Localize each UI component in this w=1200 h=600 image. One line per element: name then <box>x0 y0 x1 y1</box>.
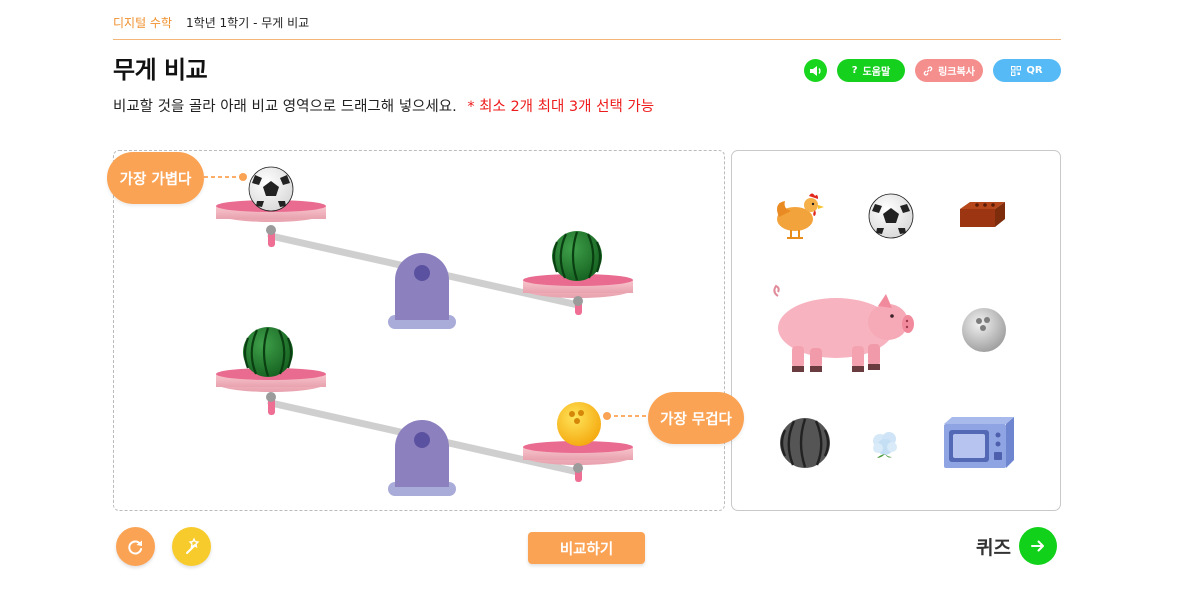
scale-right-pan <box>523 441 633 482</box>
cotton-item[interactable] <box>868 428 902 462</box>
scale-pillar <box>395 253 449 320</box>
soccer-ball-item[interactable] <box>867 192 915 240</box>
reset-button[interactable] <box>116 527 155 566</box>
scale-pillar <box>395 420 449 487</box>
magic-wand-button[interactable] <box>172 527 211 566</box>
magic-wand-icon <box>185 536 199 554</box>
top-scale <box>216 166 633 329</box>
lightest-label: 가장 가볍다 <box>107 152 204 204</box>
quiz-label: 퀴즈 <box>976 536 1011 559</box>
pig-item[interactable] <box>770 284 916 376</box>
reset-icon <box>127 540 142 554</box>
watermelon-on-scale[interactable] <box>243 327 293 377</box>
quiz-button[interactable]: 퀴즈 <box>976 527 1057 565</box>
bowling-ball-on-scale[interactable] <box>557 402 601 446</box>
microwave-item[interactable] <box>941 414 1017 470</box>
arrow-right-icon <box>1018 527 1057 565</box>
chicken-item[interactable] <box>769 187 825 243</box>
bowling-ball-item[interactable] <box>960 306 1008 354</box>
brick-item[interactable] <box>957 199 1007 231</box>
balance-scales <box>204 166 648 496</box>
bottom-scale <box>216 327 633 496</box>
compare-button[interactable]: 비교하기 <box>528 532 645 564</box>
heaviest-label: 가장 무겁다 <box>648 392 744 444</box>
watermelon-on-scale[interactable] <box>552 231 602 281</box>
soccer-ball-on-scale[interactable] <box>248 166 294 212</box>
watermelon-item[interactable] <box>778 416 832 470</box>
